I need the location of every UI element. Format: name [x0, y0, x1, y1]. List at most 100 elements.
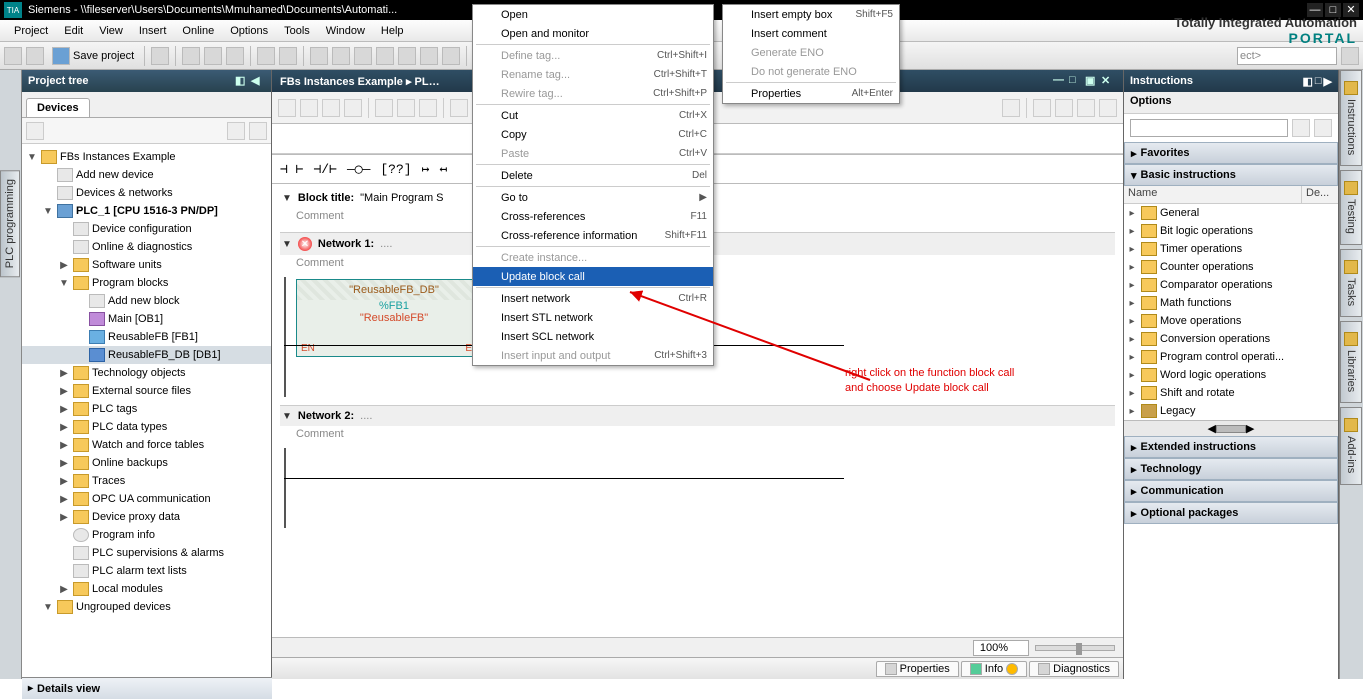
expand-arrow-icon[interactable]: ▼: [58, 278, 70, 289]
panel-hide-icon[interactable]: ▶: [1324, 75, 1332, 88]
expand-arrow-icon[interactable]: ▶: [58, 440, 70, 451]
tab-properties[interactable]: Properties: [876, 661, 959, 677]
expand-arrow-icon[interactable]: [42, 188, 54, 199]
tree-node[interactable]: Device configuration: [22, 220, 271, 238]
instruction-category[interactable]: ▸Math functions: [1124, 294, 1338, 312]
tree-node[interactable]: ▼Ungrouped devices: [22, 598, 271, 616]
copy-icon[interactable]: [204, 47, 222, 65]
tool-c-icon[interactable]: [1077, 99, 1095, 117]
menu-insert[interactable]: Insert: [131, 23, 175, 39]
expand-arrow-icon[interactable]: [58, 548, 70, 559]
tree-node[interactable]: ▶OPC UA communication: [22, 490, 271, 508]
ladder-2[interactable]: [280, 448, 1115, 528]
tree-node[interactable]: ReusableFB_DB [DB1]: [22, 346, 271, 364]
col-name[interactable]: Name: [1124, 186, 1302, 203]
tree-node[interactable]: ReusableFB [FB1]: [22, 328, 271, 346]
paste-icon[interactable]: [226, 47, 244, 65]
communication-section[interactable]: ▸Communication: [1124, 480, 1338, 502]
insert-network2-icon[interactable]: [300, 99, 318, 117]
context-item-insert-scl-network[interactable]: Insert SCL network: [473, 327, 713, 346]
tree-node[interactable]: ▶PLC data types: [22, 418, 271, 436]
expand-arrow-icon[interactable]: ▸: [1126, 298, 1138, 309]
tree-node[interactable]: Online & diagnostics: [22, 238, 271, 256]
context-item-delete[interactable]: DeleteDel: [473, 166, 713, 185]
tab-devices[interactable]: Devices: [26, 98, 90, 117]
expand-arrow-icon[interactable]: [42, 170, 54, 181]
expand-arrow-icon[interactable]: ▸: [1126, 280, 1138, 291]
detail-view-icon[interactable]: [249, 122, 267, 140]
optional-packages-section[interactable]: ▸Optional packages: [1124, 502, 1338, 524]
expand-arrow-icon[interactable]: ▶: [58, 404, 70, 415]
expand-arrow-icon[interactable]: ▸: [1126, 388, 1138, 399]
context-item-cross-references[interactable]: Cross-referencesF11: [473, 207, 713, 226]
expand-arrow-icon[interactable]: ▸: [1126, 406, 1138, 417]
collapse-arrow-icon[interactable]: ▼: [282, 193, 292, 204]
expand-arrow-icon[interactable]: [74, 314, 86, 325]
technology-section[interactable]: ▸Technology: [1124, 458, 1338, 480]
new-project-icon[interactable]: [4, 47, 22, 65]
expand-arrow-icon[interactable]: ▶: [58, 476, 70, 487]
instruction-category[interactable]: ▸Program control operati...: [1124, 348, 1338, 366]
expand-arrow-icon[interactable]: [74, 350, 86, 361]
tree-node[interactable]: PLC alarm text lists: [22, 562, 271, 580]
tree-node[interactable]: PLC supervisions & alarms: [22, 544, 271, 562]
window-float-icon[interactable]: —: [1053, 74, 1067, 88]
tree-node[interactable]: Program info: [22, 526, 271, 544]
tree-node[interactable]: ▼PLC_1 [CPU 1516-3 PN/DP]: [22, 202, 271, 220]
search-go-icon[interactable]: [1341, 47, 1359, 65]
tree-node[interactable]: ▶Traces: [22, 472, 271, 490]
block-title-value[interactable]: "Main Program S: [360, 192, 443, 204]
instruction-category[interactable]: ▸Comparator operations: [1124, 276, 1338, 294]
instruction-category[interactable]: ▸Move operations: [1124, 312, 1338, 330]
zoom-select[interactable]: 100%: [973, 640, 1029, 656]
basic-section[interactable]: ▾Basic instructions: [1124, 164, 1338, 186]
context-item-insert-comment[interactable]: Insert comment: [723, 24, 899, 43]
search-go-icon[interactable]: [1292, 119, 1310, 137]
vtab-addins[interactable]: Add-ins: [1340, 407, 1362, 484]
expand-arrow-icon[interactable]: ▸: [1126, 262, 1138, 273]
context-item-cross-reference-information[interactable]: Cross-reference informationShift+F11: [473, 226, 713, 245]
col-desc[interactable]: De...: [1302, 186, 1338, 203]
tab-info[interactable]: Info: [961, 661, 1027, 677]
monitor2-icon[interactable]: [419, 99, 437, 117]
zoom-slider[interactable]: [1035, 645, 1115, 651]
tree-node[interactable]: ▶Local modules: [22, 580, 271, 598]
search-in-project-input[interactable]: ect>: [1237, 47, 1337, 65]
instruction-category[interactable]: ▸Legacy: [1124, 402, 1338, 420]
compile-icon[interactable]: [310, 47, 328, 65]
menu-online[interactable]: Online: [174, 23, 222, 39]
favorites-section[interactable]: ▸Favorites: [1124, 142, 1338, 164]
details-view-bar[interactable]: ▸ Details view: [22, 677, 272, 699]
menu-options[interactable]: Options: [222, 23, 276, 39]
expand-arrow-icon[interactable]: ▸: [1126, 208, 1138, 219]
tree-node[interactable]: ▼Program blocks: [22, 274, 271, 292]
expand-arrow-icon[interactable]: [58, 530, 70, 541]
expand-arrow-icon[interactable]: ▶: [58, 386, 70, 397]
context-item-cut[interactable]: CutCtrl+X: [473, 106, 713, 125]
menu-project[interactable]: Project: [6, 23, 56, 39]
panel-float-icon[interactable]: ◧: [1302, 75, 1312, 88]
go-offline-icon[interactable]: [398, 47, 416, 65]
context-item-open-and-monitor[interactable]: Open and monitor: [473, 24, 713, 43]
context-item-insert-stl-network[interactable]: Insert STL network: [473, 308, 713, 327]
expand-arrow-icon[interactable]: ▸: [1126, 352, 1138, 363]
tool-d-icon[interactable]: [1099, 99, 1117, 117]
fav-coil[interactable]: —◯—: [347, 162, 370, 177]
expand-arrow-icon[interactable]: ▶: [58, 422, 70, 433]
filter-icon[interactable]: [1314, 119, 1332, 137]
tree-node[interactable]: Add new block: [22, 292, 271, 310]
expand-arrow-icon[interactable]: ▶: [58, 512, 70, 523]
context-item-properties[interactable]: PropertiesAlt+Enter: [723, 84, 899, 103]
tree-node[interactable]: ▶Device proxy data: [22, 508, 271, 526]
context-item-open[interactable]: Open: [473, 5, 713, 24]
tree-node[interactable]: Add new device: [22, 166, 271, 184]
download-icon[interactable]: [332, 47, 350, 65]
tree-node[interactable]: ▶Online backups: [22, 454, 271, 472]
instruction-category[interactable]: ▸Word logic operations: [1124, 366, 1338, 384]
expand-arrow-icon[interactable]: [58, 242, 70, 253]
table-view-icon[interactable]: [227, 122, 245, 140]
instruction-category[interactable]: ▸Counter operations: [1124, 258, 1338, 276]
h-scrollbar[interactable]: ◀▶: [1124, 420, 1338, 436]
start-cpu-icon[interactable]: [420, 47, 438, 65]
instruction-category[interactable]: ▸Timer operations: [1124, 240, 1338, 258]
